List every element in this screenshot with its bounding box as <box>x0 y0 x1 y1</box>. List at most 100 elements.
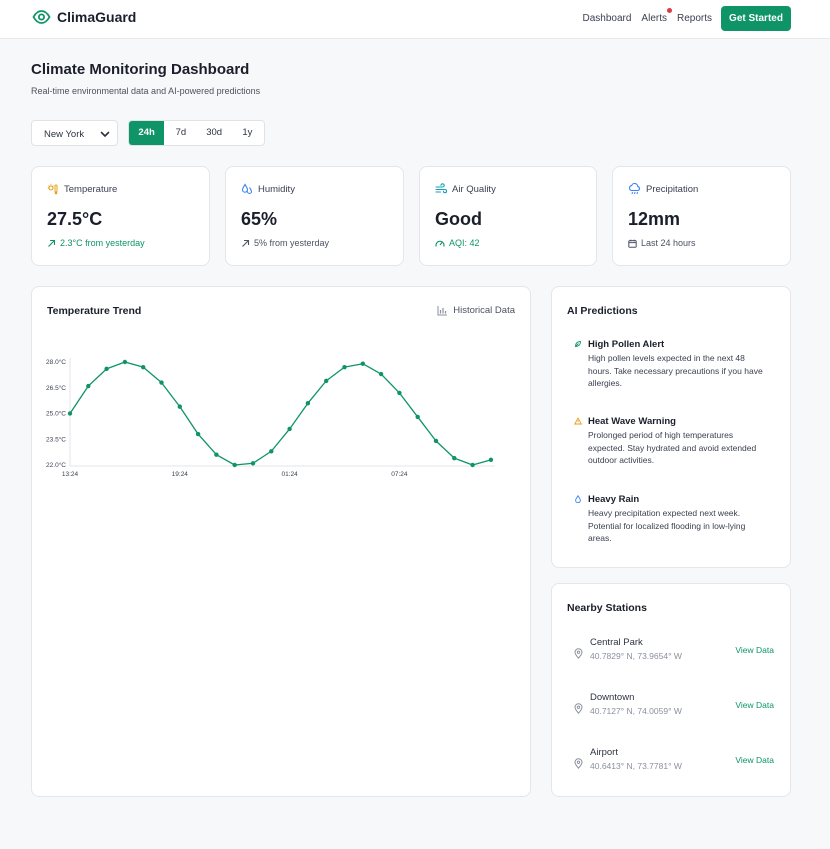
prediction-item: Heavy Rain Heavy precipitation expected … <box>574 494 764 554</box>
station-item: Central Park 40.7829° N, 73.9654° W View… <box>574 637 774 669</box>
stat-label-temperature: Temperature <box>64 183 118 195</box>
bar-chart-icon <box>437 306 448 316</box>
data-point <box>287 426 292 432</box>
eye-logo-icon <box>32 10 51 24</box>
location-select[interactable]: New York <box>31 120 118 146</box>
predictions-title: AI Predictions <box>567 305 638 317</box>
stat-card-temperature: Temperature 27.5°C 2.3°C from yesterday <box>31 166 210 266</box>
time-range-toggle: 24h 7d 30d 1y <box>128 120 265 146</box>
y-tick-label: 28.0°C <box>46 358 66 366</box>
prediction-description: Heavy precipitation expected next week. … <box>588 508 746 543</box>
temperature-series-line <box>69 361 492 466</box>
chevron-down-icon <box>100 131 110 137</box>
stat-note-air-quality: AQI: 42 <box>449 238 480 248</box>
data-point <box>177 404 182 409</box>
data-point <box>305 401 311 406</box>
data-point <box>378 371 384 377</box>
data-point <box>159 380 164 385</box>
alert-notification-dot <box>666 8 672 13</box>
station-name: Airport <box>590 747 618 758</box>
nav-link-reports[interactable]: Reports <box>677 13 712 24</box>
nav-link-alerts-label: Alerts <box>641 13 667 24</box>
station-name: Central Park <box>590 637 643 648</box>
warning-icon <box>574 417 582 425</box>
chart-title: Temperature Trend <box>47 305 142 317</box>
wind-icon <box>435 183 447 194</box>
x-tick-label: 07:24 <box>391 471 408 478</box>
prediction-item: High Pollen Alert High pollen levels exp… <box>574 339 764 399</box>
nav-link-alerts[interactable]: Alerts <box>641 8 672 24</box>
leaf-icon <box>575 341 581 347</box>
prediction-description: High pollen levels expected in the next … <box>588 353 763 388</box>
stat-note-humidity: 5% from yesterday <box>254 238 330 248</box>
view-data-link[interactable]: View Data <box>735 700 774 710</box>
calendar-icon <box>628 239 637 248</box>
cloud-rain-icon <box>629 183 640 195</box>
map-pin-icon <box>574 758 583 769</box>
data-point <box>470 462 475 468</box>
data-point <box>360 361 365 366</box>
stations-title: Nearby Stations <box>567 602 647 614</box>
data-point <box>67 411 73 416</box>
data-point <box>342 364 347 370</box>
stat-value-humidity: 65% <box>241 209 278 229</box>
stat-card-air-quality: Air Quality Good AQI: 42 <box>419 166 597 266</box>
raindrop-icon <box>575 495 581 503</box>
historical-data-button[interactable]: Historical Data <box>437 305 515 316</box>
brand-name: ClimaGuard <box>57 9 137 25</box>
range-24h[interactable]: 24h <box>129 121 165 145</box>
page-subtitle: Real-time environmental data and AI-powe… <box>31 86 261 96</box>
data-point <box>250 461 256 466</box>
stat-value-precipitation: 12mm <box>628 209 681 229</box>
data-point <box>232 462 237 468</box>
data-point <box>452 455 457 461</box>
station-item: Airport 40.6413° N, 73.7781° W View Data <box>574 747 774 779</box>
station-coords: 40.7127° N, 74.0059° W <box>590 706 682 716</box>
top-navbar: ClimaGuard Dashboard Alerts Reports Get … <box>0 0 830 39</box>
x-tick-label: 01:24 <box>281 471 298 478</box>
ai-predictions-card: AI Predictions High Pollen Alert High po… <box>551 286 791 568</box>
gauge-icon <box>435 240 445 247</box>
stat-label-humidity: Humidity <box>258 183 295 195</box>
get-started-button[interactable]: Get Started <box>721 6 791 31</box>
brand[interactable]: ClimaGuard <box>32 9 136 25</box>
data-point <box>141 364 146 370</box>
data-point <box>433 438 439 444</box>
nearby-stations-card: Nearby Stations Central Park 40.7829° N,… <box>551 583 791 797</box>
sun-thermometer-icon <box>47 183 58 195</box>
data-point <box>214 452 219 457</box>
data-point <box>104 366 109 372</box>
view-data-link[interactable]: View Data <box>735 755 774 765</box>
temperature-trend-card: Temperature Trend Historical Data 28.0°C… <box>31 286 531 797</box>
prediction-title: Heavy Rain <box>588 494 640 505</box>
data-point <box>397 390 402 396</box>
data-point <box>415 414 420 420</box>
data-point <box>195 431 201 437</box>
nav-link-dashboard[interactable]: Dashboard <box>583 13 632 24</box>
stat-label-precipitation: Precipitation <box>646 183 699 195</box>
station-name: Downtown <box>590 692 635 703</box>
historical-data-label: Historical Data <box>453 305 515 316</box>
view-data-link[interactable]: View Data <box>735 645 774 655</box>
y-tick-label: 26.5°C <box>46 384 66 392</box>
stat-value-air-quality: Good <box>435 209 482 229</box>
stat-card-precipitation: Precipitation 12mm Last 24 hours <box>612 166 791 266</box>
droplets-icon <box>241 183 253 195</box>
range-30d[interactable]: 30d <box>197 121 230 145</box>
stat-label-air-quality: Air Quality <box>452 183 496 195</box>
prediction-item: Heat Wave Warning Prolonged period of hi… <box>574 416 764 476</box>
data-point <box>488 457 494 463</box>
location-select-value: New York <box>44 129 85 140</box>
range-1y[interactable]: 1y <box>231 121 264 145</box>
range-7d[interactable]: 7d <box>164 121 197 145</box>
station-coords: 40.6413° N, 73.7781° W <box>590 761 682 771</box>
page-title: Climate Monitoring Dashboard <box>31 61 250 78</box>
stat-note-temperature: 2.3°C from yesterday <box>60 238 145 248</box>
map-pin-icon <box>574 648 583 659</box>
station-item: Downtown 40.7127° N, 74.0059° W View Dat… <box>574 692 774 724</box>
map-pin-icon <box>574 703 583 714</box>
y-tick-label: 25.0°C <box>46 410 66 418</box>
x-tick-label: 19:24 <box>172 471 189 478</box>
arrow-up-right-icon <box>242 239 250 247</box>
stat-value-temperature: 27.5°C <box>47 209 103 229</box>
